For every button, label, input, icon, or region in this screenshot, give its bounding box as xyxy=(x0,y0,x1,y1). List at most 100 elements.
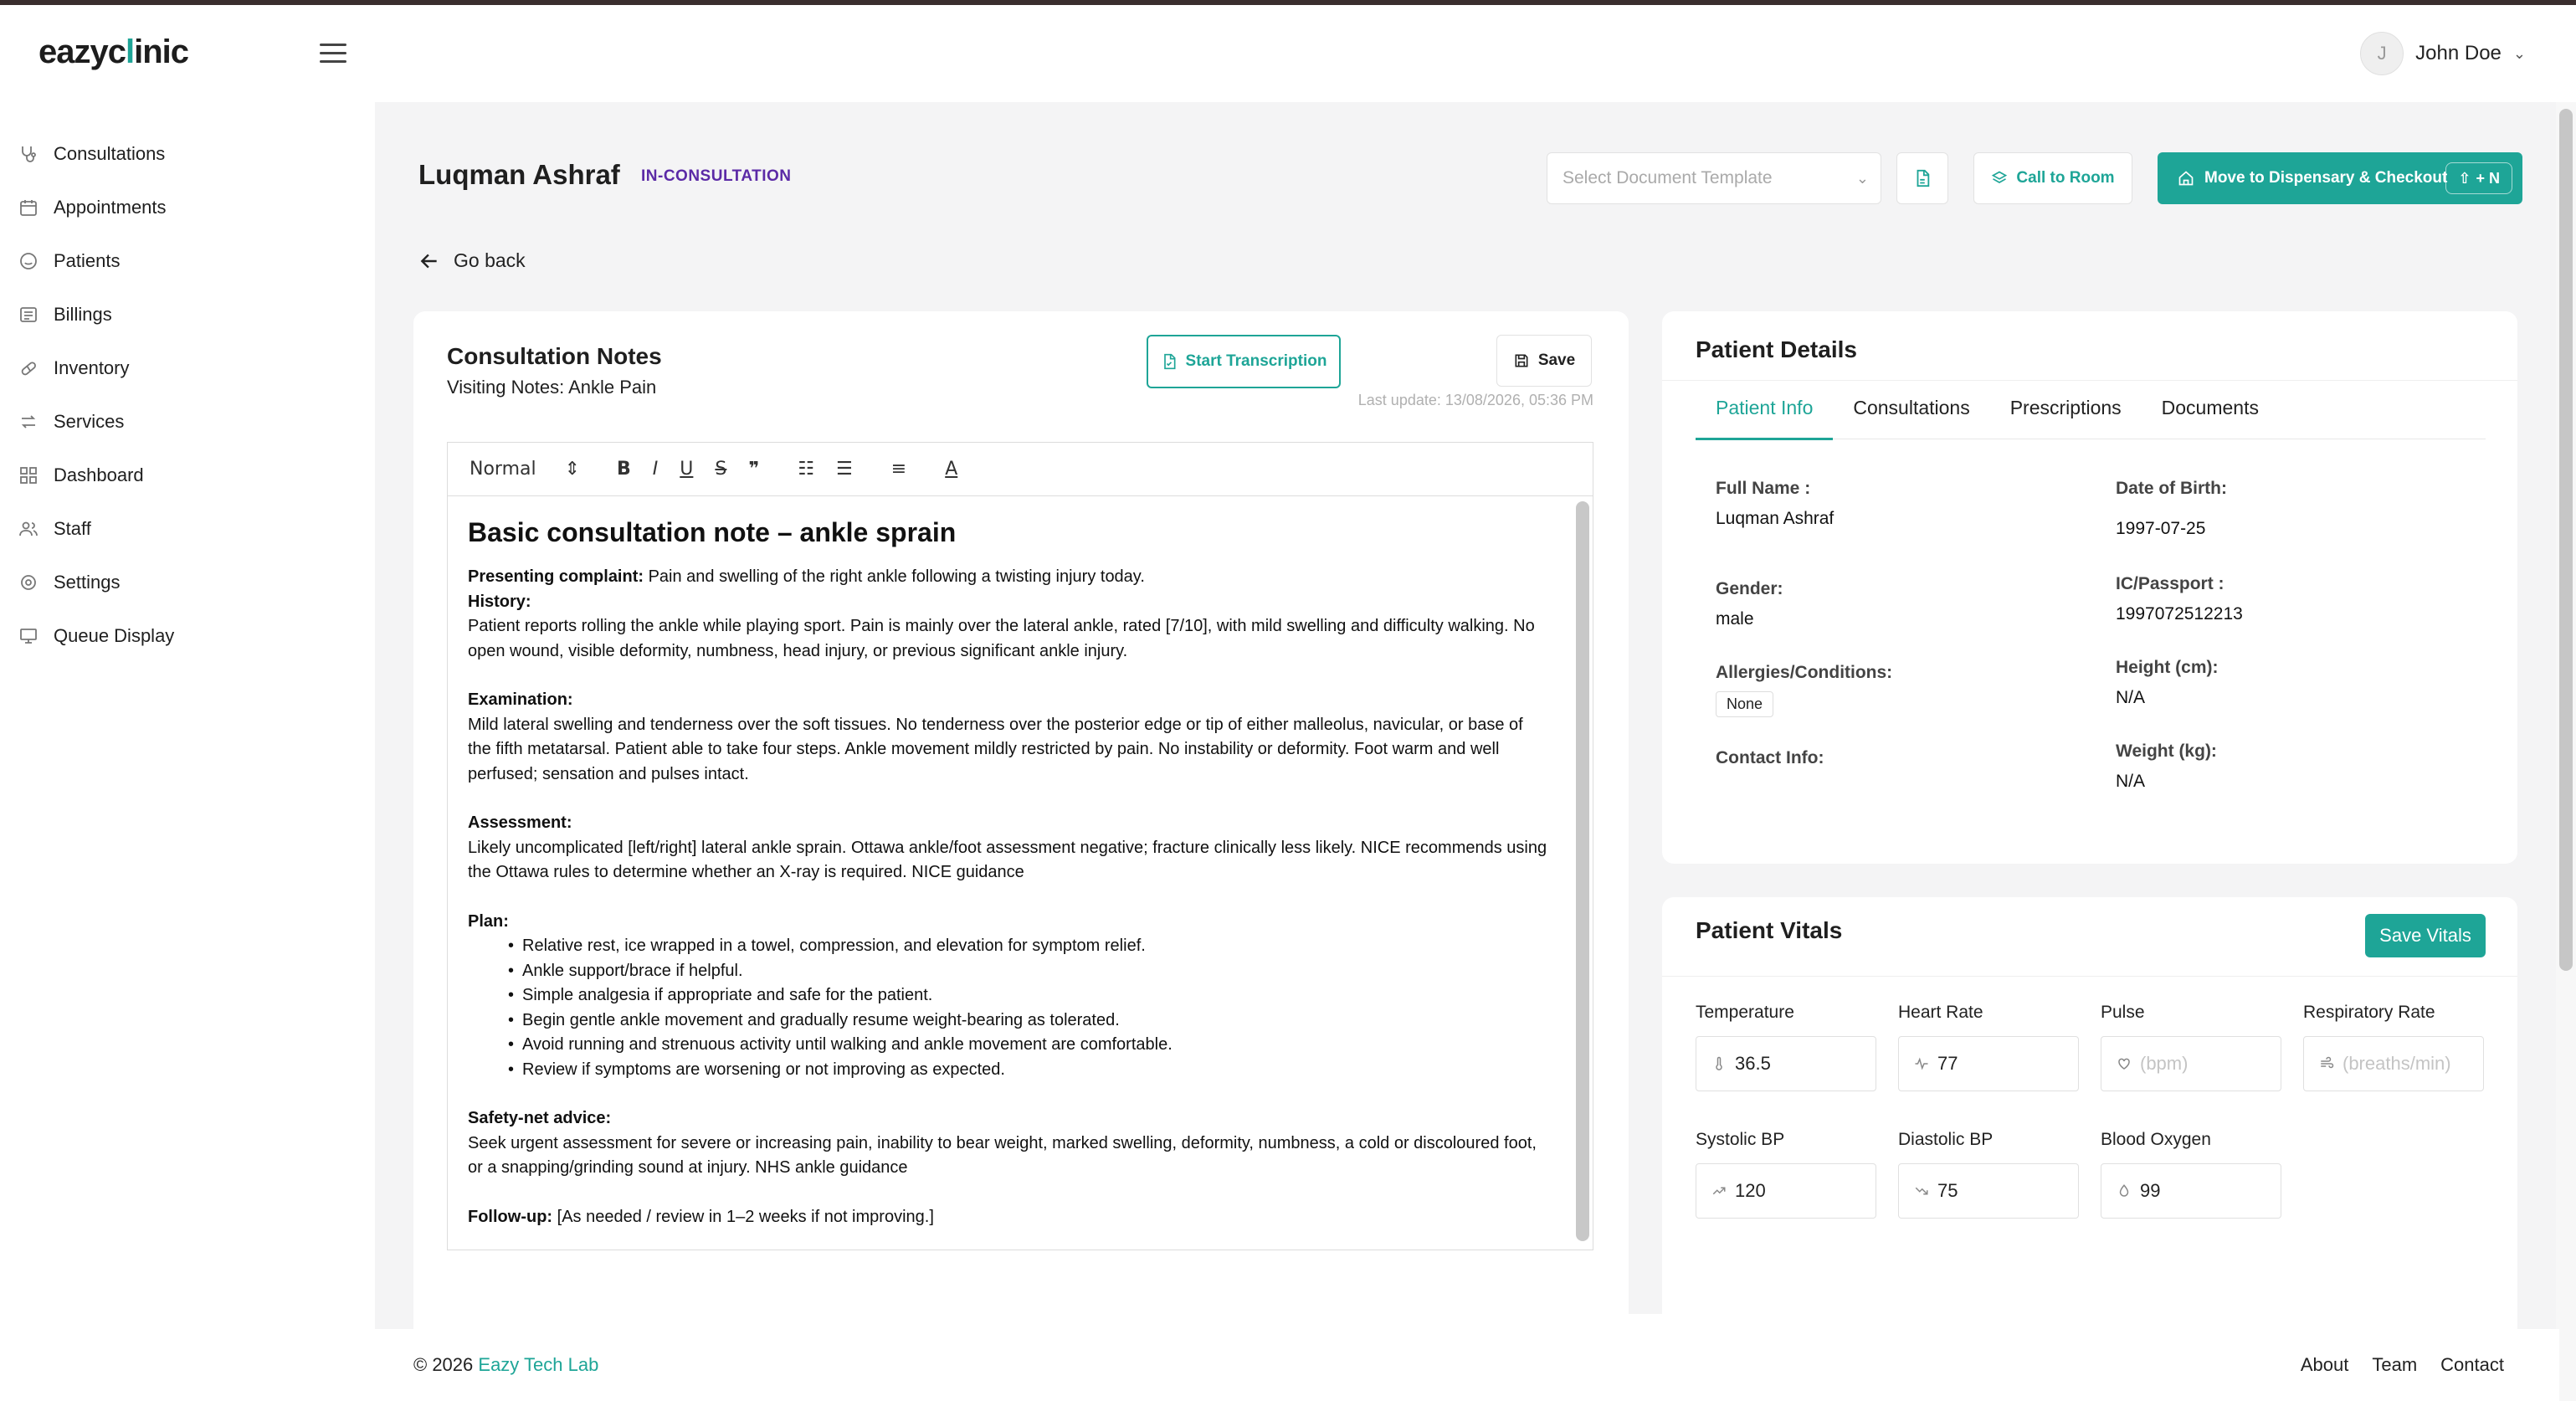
app-logo[interactable]: eazyclinic xyxy=(38,33,189,71)
diastolic-bp-field: Diastolic BP 75 xyxy=(1898,1130,2079,1219)
droplet-icon xyxy=(2119,1184,2129,1197)
sidebar: Consultations Appointments Patients Bill… xyxy=(0,102,375,1401)
tab-documents[interactable]: Documents xyxy=(2142,392,2279,440)
main-content: Luqman Ashraf IN-CONSULTATION Select Doc… xyxy=(375,102,2559,1401)
underline-icon[interactable]: U xyxy=(680,459,693,480)
strikethrough-icon[interactable]: S xyxy=(715,459,726,480)
temperature-input[interactable]: 36.5 xyxy=(1696,1036,1876,1091)
divider xyxy=(1662,976,2517,977)
section-examination: Examination: Mild lateral swelling and t… xyxy=(468,690,1523,783)
document-button[interactable] xyxy=(1896,152,1948,204)
page-scrollbar[interactable] xyxy=(2559,109,2573,971)
tab-consultations[interactable]: Consultations xyxy=(1833,392,1989,440)
document-icon xyxy=(1163,353,1176,370)
ic-passport-field: IC/Passport : 1997072512213 xyxy=(2116,574,2243,624)
footer-link-contact[interactable]: Contact xyxy=(2440,1354,2504,1376)
sidebar-item-staff[interactable]: Staff xyxy=(0,502,375,556)
patient-vitals-title: Patient Vitals xyxy=(1696,917,1843,943)
format-select[interactable]: Normal ⇕ xyxy=(470,459,587,480)
chevron-down-icon: ⌄ xyxy=(1855,170,1869,187)
allergies-field: Allergies/Conditions: None xyxy=(1716,663,1892,717)
quote-icon[interactable]: ❞ xyxy=(748,459,759,480)
temperature-field: Temperature 36.5 xyxy=(1696,1003,1876,1091)
list-item: Ankle support/brace if helpful. xyxy=(508,959,1549,984)
sidebar-item-inventory[interactable]: Inventory xyxy=(0,341,375,395)
ordered-list-icon[interactable]: ☷ xyxy=(798,459,814,480)
save-icon xyxy=(1515,354,1528,367)
menu-toggle-icon[interactable] xyxy=(320,44,346,64)
start-transcription-button[interactable]: Start Transcription xyxy=(1147,335,1341,388)
wind-icon xyxy=(2321,1056,2334,1069)
last-update-text: Last update: 13/08/2026, 05:36 PM xyxy=(1357,392,1593,408)
footer-link-about[interactable]: About xyxy=(2301,1354,2349,1376)
section-assessment: Assessment: Likely uncomplicated [left/r… xyxy=(468,813,1547,881)
billing-icon xyxy=(20,307,37,322)
divider xyxy=(1662,380,2517,381)
note-heading: Basic consultation note – ankle sprain xyxy=(468,517,957,547)
rich-text-editor[interactable]: Normal ⇕ B I U S ❞ ☷ ☰ ≡ A Basic consult… xyxy=(447,442,1593,1250)
blood-oxygen-field: Blood Oxygen 99 xyxy=(2101,1130,2281,1219)
bold-icon[interactable]: B xyxy=(617,459,631,480)
text-color-icon[interactable]: A xyxy=(945,459,957,480)
sidebar-item-billings[interactable]: Billings xyxy=(0,288,375,341)
document-template-select[interactable]: Select Document Template ⌄ xyxy=(1547,152,1881,204)
notes-title: Consultation Notes xyxy=(447,343,662,369)
stethoscope-icon xyxy=(22,146,36,162)
heart-rate-field: Heart Rate 77 xyxy=(1898,1003,2079,1091)
heart-rate-input[interactable]: 77 xyxy=(1898,1036,2079,1091)
sidebar-item-services[interactable]: Services xyxy=(0,395,375,449)
thermometer-icon xyxy=(1716,1056,1722,1070)
sidebar-item-dashboard[interactable]: Dashboard xyxy=(0,449,375,502)
italic-icon[interactable]: I xyxy=(653,459,659,480)
arrow-left-icon xyxy=(420,254,437,268)
user-name: John Doe xyxy=(2415,42,2502,64)
save-vitals-button[interactable]: Save Vitals xyxy=(2365,914,2486,957)
systolic-bp-input[interactable]: 120 xyxy=(1696,1163,1876,1219)
tab-prescriptions[interactable]: Prescriptions xyxy=(1990,392,2142,440)
gear-icon xyxy=(21,575,36,590)
sidebar-item-settings[interactable]: Settings xyxy=(0,556,375,609)
activity-icon xyxy=(1915,1057,1928,1070)
height-field: Height (cm): N/A xyxy=(2116,658,2219,707)
call-to-room-button[interactable]: Call to Room xyxy=(1973,152,2132,204)
list-item: Simple analgesia if appropriate and safe… xyxy=(508,983,1549,1008)
sidebar-item-patients[interactable]: Patients xyxy=(0,234,375,288)
section-follow-up: Follow-up: [As needed / review in 1–2 we… xyxy=(468,1207,934,1226)
section-safety-net: Safety-net advice: Seek urgent assessmen… xyxy=(468,1109,1537,1177)
pulse-field: Pulse (bpm) xyxy=(2101,1003,2281,1091)
tab-patient-info[interactable]: Patient Info xyxy=(1696,392,1834,440)
respiratory-rate-input[interactable]: (breaths/min) xyxy=(2303,1036,2484,1091)
patient-vitals-card: Patient Vitals Save Vitals Temperature 3… xyxy=(1662,897,2517,1366)
chevron-down-icon: ⌄ xyxy=(2512,44,2526,62)
editor-content[interactable]: Basic consultation note – ankle sprain P… xyxy=(448,496,1569,1250)
list-item: Relative rest, ice wrapped in a towel, c… xyxy=(508,934,1549,959)
blood-oxygen-input[interactable]: 99 xyxy=(2101,1163,2281,1219)
user-menu[interactable]: J John Doe ⌄ xyxy=(2360,32,2526,75)
editor-scrollbar[interactable] xyxy=(1576,501,1589,1241)
save-notes-button[interactable]: Save xyxy=(1496,335,1592,387)
pulse-input[interactable]: (bpm) xyxy=(2101,1036,2281,1091)
editor-toolbar: Normal ⇕ B I U S ❞ ☷ ☰ ≡ A xyxy=(448,443,1593,496)
section-plan: Plan: Relative rest, ice wrapped in a to… xyxy=(468,910,1549,1083)
bullet-list-icon[interactable]: ☰ xyxy=(836,459,853,480)
avatar: J xyxy=(2360,32,2404,75)
brand-link[interactable]: Eazy Tech Lab xyxy=(478,1354,598,1375)
full-name-field: Full Name : Luqman Ashraf xyxy=(1716,479,1835,528)
patient-details-title: Patient Details xyxy=(1696,336,1857,362)
sidebar-item-queue-display[interactable]: Queue Display xyxy=(0,609,375,663)
heart-icon xyxy=(2118,1058,2130,1070)
allergy-tag: None xyxy=(1716,691,1774,717)
top-header: eazyclinic J John Doe ⌄ xyxy=(0,5,2576,102)
arrows-icon xyxy=(21,415,36,429)
go-back-link[interactable]: Go back xyxy=(418,249,526,272)
trend-down-icon xyxy=(1915,1187,1928,1195)
sidebar-item-consultations[interactable]: Consultations xyxy=(0,127,375,181)
diastolic-bp-input[interactable]: 75 xyxy=(1898,1163,2079,1219)
move-to-dispensary-button[interactable]: Move to Dispensary & Checkout ⇧ + N xyxy=(2158,152,2522,204)
sidebar-item-appointments[interactable]: Appointments xyxy=(0,181,375,234)
document-icon xyxy=(1917,169,1930,187)
dashboard-icon xyxy=(20,467,37,484)
list-item: Begin gentle ankle movement and graduall… xyxy=(508,1008,1549,1034)
footer-link-team[interactable]: Team xyxy=(2372,1354,2417,1376)
align-icon[interactable]: ≡ xyxy=(891,459,906,480)
